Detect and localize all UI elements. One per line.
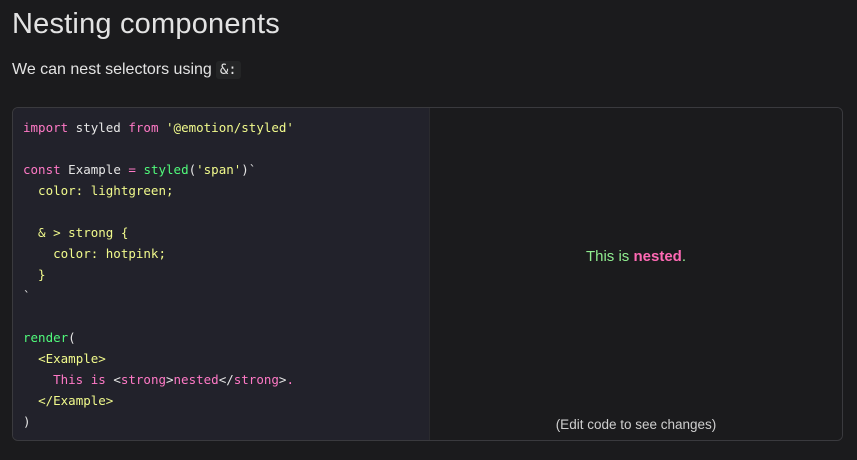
code-line: color: lightgreen; <box>23 180 419 201</box>
code-token: . <box>286 372 294 387</box>
code-token: </Example> <box>38 393 114 408</box>
code-line: render( <box>23 327 419 348</box>
code-token: color: lightgreen; <box>23 183 174 198</box>
code-token: ( <box>188 162 197 177</box>
code-token: styled <box>68 120 129 135</box>
code-token: <Example> <box>38 351 106 366</box>
code-token: const <box>23 162 61 177</box>
code-token: '@emotion/styled' <box>166 120 294 135</box>
inline-code: &: <box>215 61 241 79</box>
preview-text-before: This is <box>585 248 634 265</box>
code-token: Example <box>60 162 129 177</box>
code-token: < <box>113 372 121 387</box>
intro-paragraph: We can nest selectors using &: <box>12 58 241 82</box>
code-token: ( <box>68 330 76 345</box>
code-token: from <box>128 120 159 135</box>
code-token: = <box>128 162 136 177</box>
preview-text-after: . <box>681 248 687 265</box>
code-token: color: hotpink; <box>23 246 166 261</box>
code-token: 'span' <box>196 162 242 177</box>
code-token: ) <box>23 414 31 429</box>
code-line: ` <box>23 285 419 306</box>
preview-output: This is nested. <box>430 247 842 267</box>
intro-text: We can nest selectors using <box>12 61 212 78</box>
code-line: } <box>23 264 419 285</box>
code-token: nested <box>173 372 219 387</box>
code-token: } <box>23 267 46 282</box>
code-line: </Example> <box>23 390 419 411</box>
code-editor[interactable]: import styled from '@emotion/styled' con… <box>13 108 429 440</box>
code-token: strong <box>233 372 279 387</box>
live-code-block: import styled from '@emotion/styled' con… <box>12 107 843 441</box>
code-token: styled <box>143 162 189 177</box>
docs-page: Nesting components We can nest selectors… <box>0 0 857 460</box>
preview-strong: nested <box>633 248 682 265</box>
code-line: ) <box>23 411 419 432</box>
code-token: strong <box>120 372 166 387</box>
code-line: This is <strong>nested</strong>. <box>23 369 419 390</box>
section-heading: Nesting components <box>12 8 280 40</box>
code-line: import styled from '@emotion/styled' <box>23 117 419 138</box>
code-line: const Example = styled('span')` <box>23 159 419 180</box>
preview-hint: (Edit code to see changes) <box>555 417 717 432</box>
code-token: render <box>23 330 69 345</box>
code-line: color: hotpink; <box>23 243 419 264</box>
code-line: & > strong { <box>23 222 419 243</box>
live-preview-pane: This is nested. (Edit code to see change… <box>429 108 842 440</box>
code-line: <Example> <box>23 348 419 369</box>
code-token: import <box>23 120 69 135</box>
preview-example-span: This is nested. <box>586 248 686 265</box>
code-token: ` <box>23 288 31 303</box>
code-token: & > strong { <box>23 225 129 240</box>
code-token: > <box>166 372 174 387</box>
code-token: This is <box>23 372 114 387</box>
code-token: )` <box>241 162 257 177</box>
code-token: </ <box>218 372 234 387</box>
